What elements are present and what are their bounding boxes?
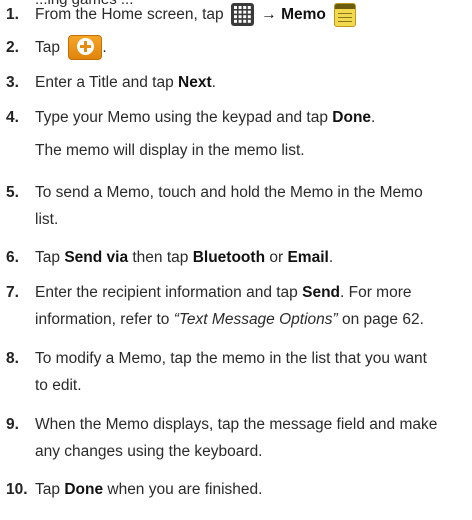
next-label: Next [178,74,212,91]
step-text: Tap Send via then tap Bluetooth or Email… [35,243,464,272]
step-number: 6. [6,249,19,266]
step-text: Enter a Title and tap Next. [35,68,464,97]
memo-label: Memo [281,6,326,23]
step-text-before: Enter a Title and tap [35,74,174,91]
step-after: . [211,74,216,91]
step-text-cont: any changes using the keyboard. [35,443,263,460]
step-text-cont: to edit. [35,377,82,394]
step-text-before: Enter the recipient information and tap [35,284,298,301]
step-after: . [371,109,376,126]
done-label: Done [64,481,104,498]
done-label: Done [332,109,372,126]
memo-notepad-icon [334,2,357,27]
step-number: 2. [6,39,19,56]
step-text: Tap Done when you are finished. [35,475,464,504]
send-label: Send [302,284,341,301]
step-after: . [328,249,334,266]
step-number: 3. [6,74,19,91]
send-via-label: Send via [64,249,129,266]
step-text: Type your Memo using the keypad and tap … [35,103,464,132]
bluetooth-label: Bluetooth [192,249,266,266]
step-text: Tap . [35,33,464,62]
step-text: To send a Memo, touch and hold the Memo … [35,184,423,201]
step-text-before: Tap [35,249,60,266]
step-number: 8. [6,350,19,367]
arrow: → [261,6,277,23]
step-text-cont: list. [35,211,59,228]
email-label: Email [287,249,329,266]
step-text: Enter the recipient information and tap … [35,278,464,307]
step-text-before: information, refer to [35,311,170,328]
step-text: From the Home screen, tap → Memo [35,0,464,29]
step-number: 4. [6,109,19,126]
step-note: The memo will display in the memo list. [35,142,305,159]
step-number: 10. [6,481,28,498]
apps-grid-icon [230,3,254,27]
step-text-before: From the Home screen, tap [35,6,224,23]
step-text-before: Type your Memo using the keypad and tap [35,109,328,126]
step-after: . [102,39,107,56]
step-text-or: or [269,249,284,266]
step-text: When the Memo displays, tap the message … [35,416,438,433]
step-number: 1. [6,6,19,23]
step-text-before: Tap [35,39,60,56]
reference-title: “Text Message Options” [173,311,338,328]
step-text: To modify a Memo, tap the memo in the li… [35,350,427,367]
step-after: . For more [340,284,412,301]
add-plus-icon [68,35,103,61]
step-after: when you are finished. [107,481,263,498]
step-text-cont: information, refer to “Text Message Opti… [35,305,464,334]
step-number: 5. [6,184,19,201]
step-number: 9. [6,416,19,433]
step-after: on page 62. [342,311,424,328]
step-text-middle: then tap [132,249,189,266]
step-number: 7. [6,284,19,301]
step-text-before: Tap [35,481,60,498]
